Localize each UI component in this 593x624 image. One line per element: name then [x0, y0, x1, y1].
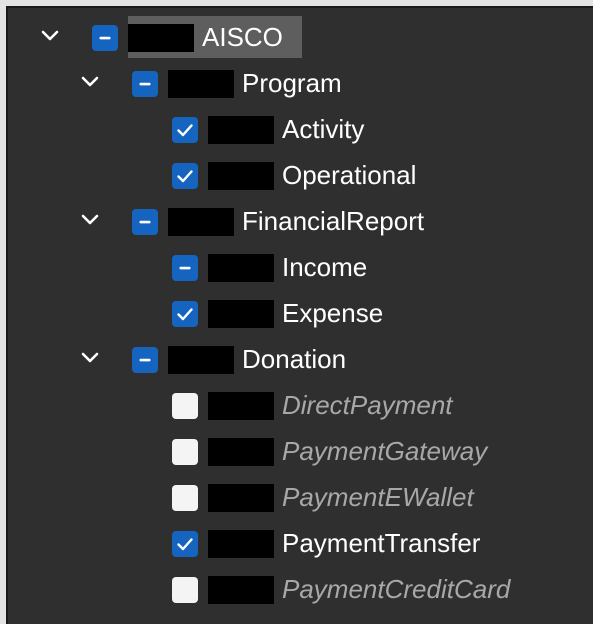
group-donation-label: Donation [242, 344, 347, 374]
group-program-checkbox[interactable] [132, 71, 158, 97]
chevron-down-icon[interactable] [38, 24, 62, 48]
minus-icon [172, 255, 198, 281]
item-expense-label: Expense [282, 298, 384, 328]
item-paymenttransfer-checkbox[interactable] [172, 531, 198, 557]
group-program-label: Program [242, 68, 342, 98]
tree-row-item-expense[interactable]: Expense [8, 294, 593, 332]
minus-icon [92, 25, 118, 51]
item-paymentgateway-label: PaymentGateway [282, 436, 488, 466]
minus-icon [132, 347, 158, 373]
item-expense-checkbox[interactable] [172, 301, 198, 327]
group-donation-checkbox[interactable] [132, 347, 158, 373]
item-income-checkbox[interactable] [172, 255, 198, 281]
redacted-block [208, 300, 274, 328]
redacted-block [208, 392, 274, 420]
item-paymenttransfer-label: PaymentTransfer [282, 528, 481, 558]
tree-row-item-paymentcreditcard[interactable]: PaymentCreditCard [8, 570, 593, 608]
redacted-block [208, 162, 274, 190]
redacted-block [208, 530, 274, 558]
tree-row-item-paymentgateway[interactable]: PaymentGateway [8, 432, 593, 470]
minus-icon [132, 71, 158, 97]
item-operational-label: Operational [282, 160, 417, 190]
item-paymentcreditcard-checkbox[interactable] [172, 577, 198, 603]
checkmark-icon [172, 163, 198, 189]
redacted-block [168, 346, 234, 374]
tree-row-item-activity[interactable]: Activity [8, 110, 593, 148]
group-financialreport-checkbox[interactable] [132, 209, 158, 235]
item-directpayment-checkbox[interactable] [172, 393, 198, 419]
tree-row-group-financialreport[interactable]: FinancialReport [8, 202, 593, 240]
tree-row-item-operational[interactable]: Operational [8, 156, 593, 194]
item-operational-checkbox[interactable] [172, 163, 198, 189]
item-income-label: Income [282, 252, 368, 282]
item-directpayment-label: DirectPayment [282, 390, 453, 420]
redacted-block [168, 208, 234, 236]
root-checkbox[interactable] [92, 25, 118, 51]
item-activity-label: Activity [282, 114, 365, 144]
tree-row-group-program[interactable]: Program [8, 64, 593, 102]
item-paymentewallet-checkbox[interactable] [172, 485, 198, 511]
checkmark-icon [172, 301, 198, 327]
tree-row-item-paymentewallet[interactable]: PaymentEWallet [8, 478, 593, 516]
tree-row-item-income[interactable]: Income [8, 248, 593, 286]
tree-row-item-directpayment[interactable]: DirectPayment [8, 386, 593, 424]
redacted-block [208, 438, 274, 466]
redacted-block [128, 24, 194, 52]
redacted-block [208, 116, 274, 144]
tree-row-group-donation[interactable]: Donation [8, 340, 593, 378]
checkmark-icon [172, 531, 198, 557]
chevron-down-icon[interactable] [78, 208, 102, 232]
chevron-down-icon[interactable] [78, 346, 102, 370]
item-activity-checkbox[interactable] [172, 117, 198, 143]
redacted-block [208, 484, 274, 512]
feature-tree-panel: AISCO Program Activity Operational Financial… [6, 6, 593, 624]
chevron-down-icon[interactable] [78, 70, 102, 94]
checkmark-icon [172, 117, 198, 143]
minus-icon [132, 209, 158, 235]
tree-row-root[interactable]: AISCO [8, 18, 593, 56]
item-paymentgateway-checkbox[interactable] [172, 439, 198, 465]
redacted-block [208, 254, 274, 282]
group-financialreport-label: FinancialReport [242, 206, 425, 236]
item-paymentewallet-label: PaymentEWallet [282, 482, 474, 512]
root-label: AISCO [202, 22, 283, 52]
tree-row-item-paymenttransfer[interactable]: PaymentTransfer [8, 524, 593, 562]
redacted-block [208, 576, 274, 604]
item-paymentcreditcard-label: PaymentCreditCard [282, 574, 511, 604]
redacted-block [168, 70, 234, 98]
